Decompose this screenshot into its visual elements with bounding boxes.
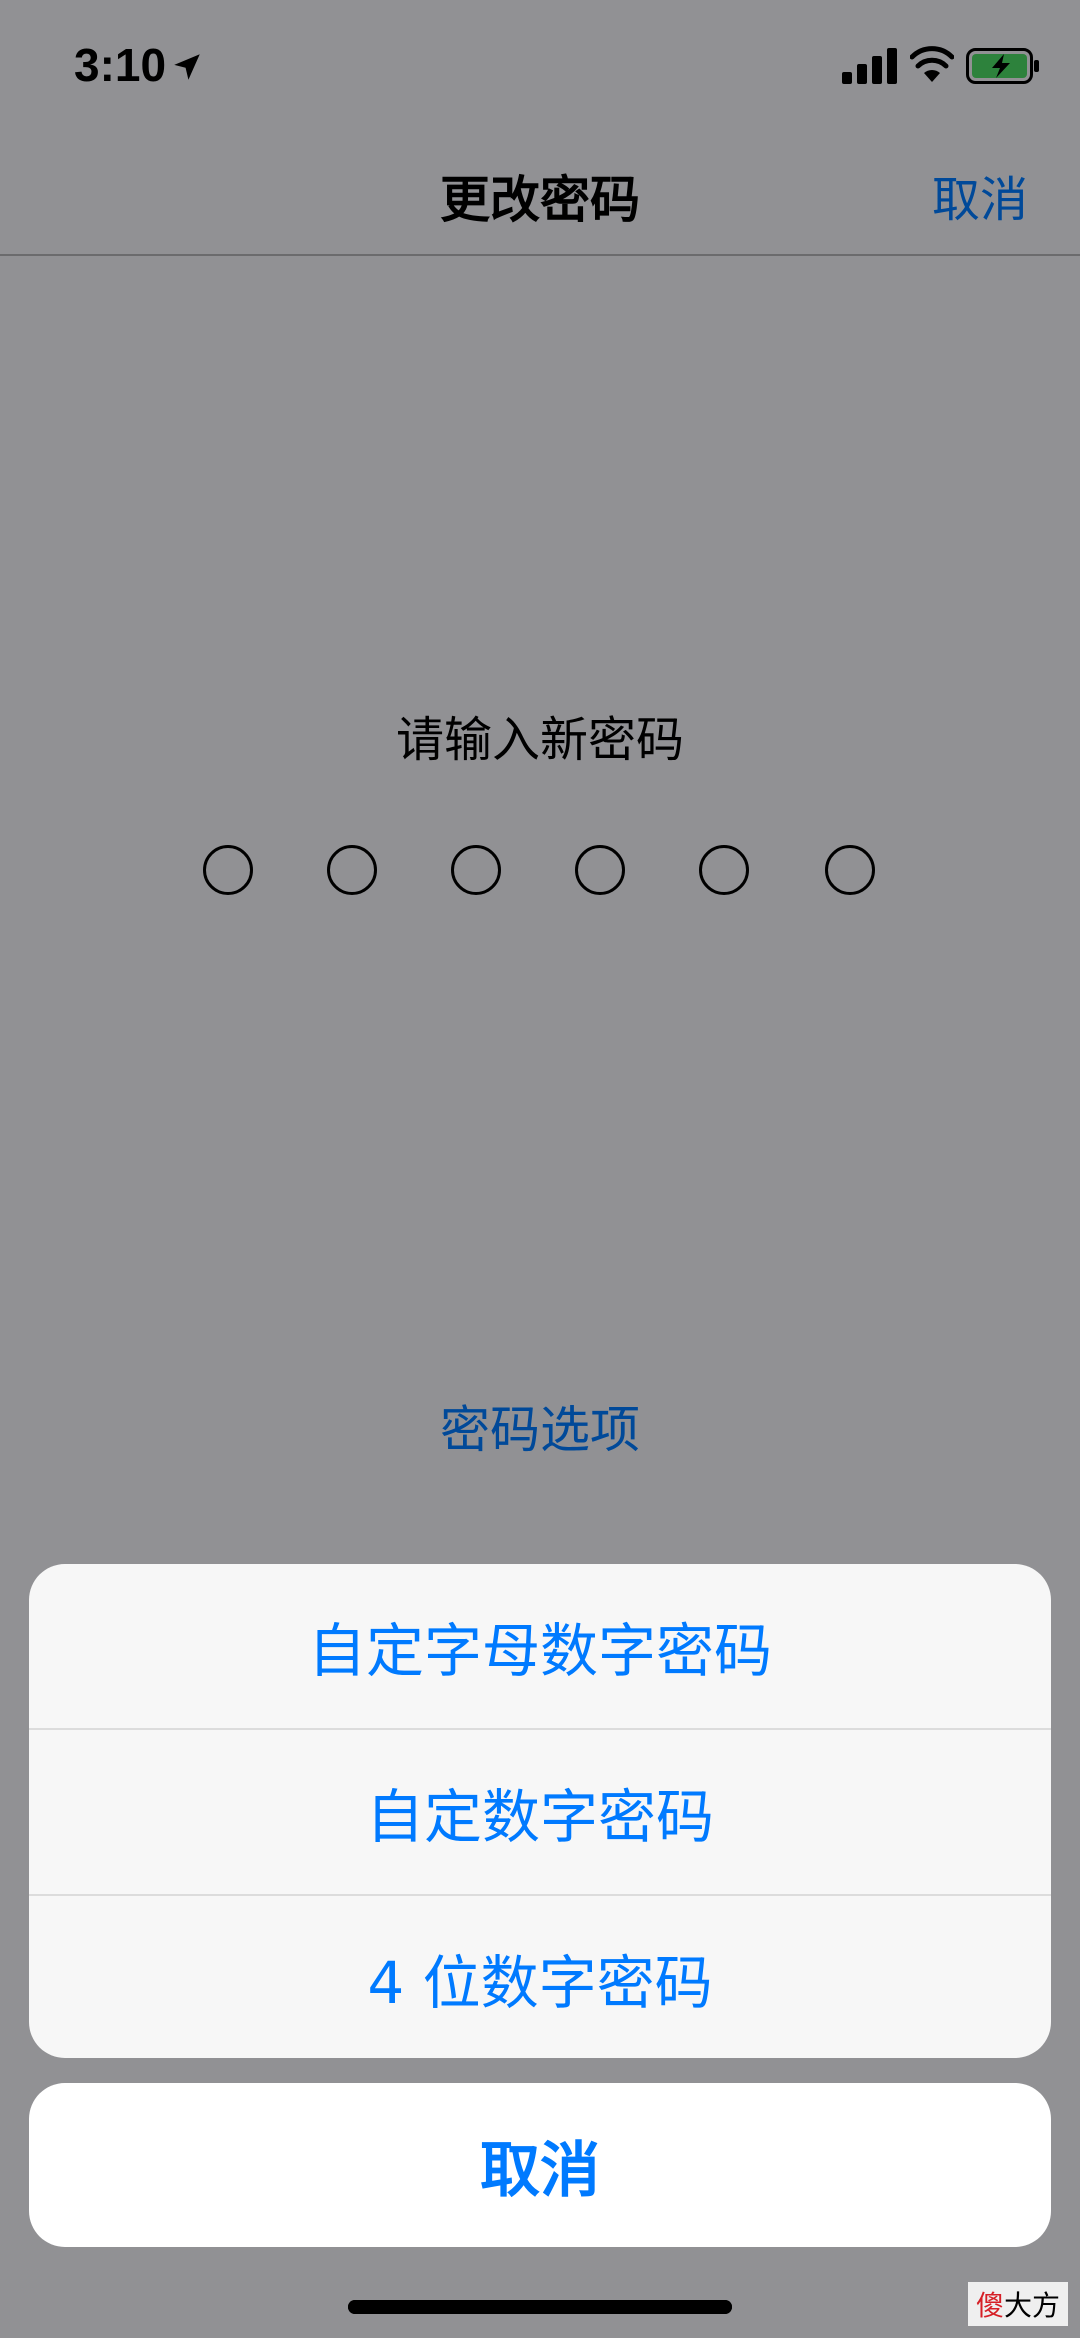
action-sheet-cancel-button[interactable]: 取消 (29, 2083, 1051, 2247)
option-custom-alphanumeric[interactable]: 自定字母数字密码 (29, 1564, 1051, 1730)
option-custom-numeric[interactable]: 自定数字密码 (29, 1730, 1051, 1896)
home-indicator-overlay (348, 2300, 732, 2314)
option-4-digit-numeric[interactable]: 4 位数字密码 (29, 1896, 1051, 2058)
watermark-text: 大方 (1003, 2289, 1060, 2322)
action-sheet: 自定字母数字密码 自定数字密码 4 位数字密码 (29, 1564, 1051, 2058)
watermark: 傻大方 (967, 2282, 1068, 2326)
watermark-accent: 傻 (975, 2289, 1004, 2322)
